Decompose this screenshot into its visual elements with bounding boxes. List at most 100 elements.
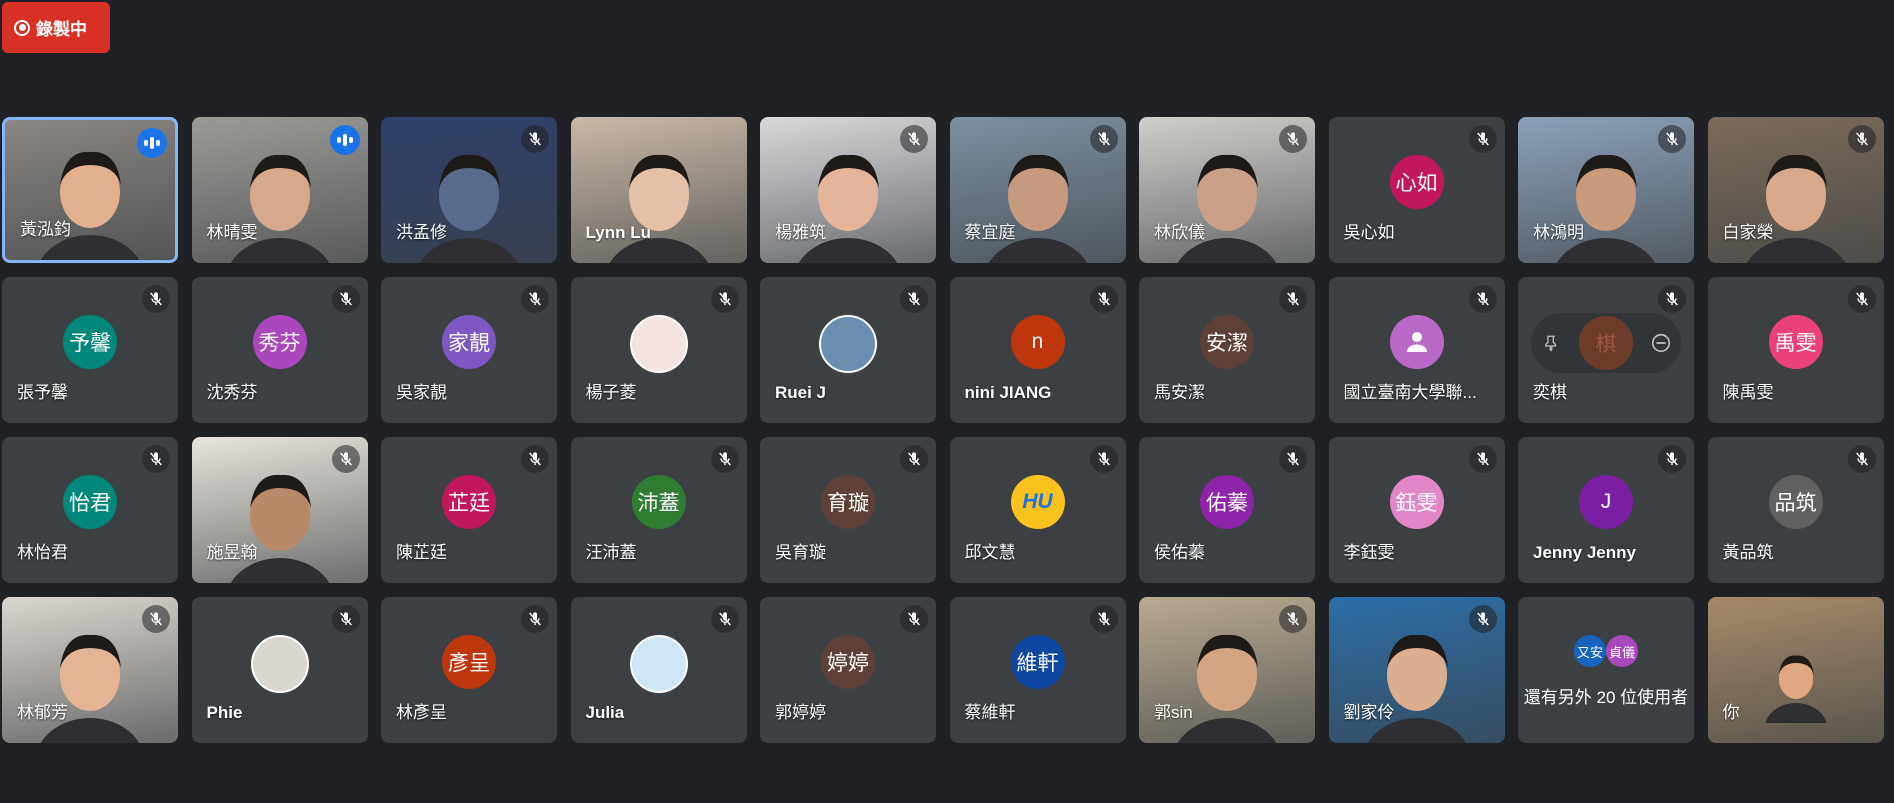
participant-name: 黃泓鈞 <box>20 220 71 239</box>
participant-tile[interactable]: 彥呈 林彥呈 <box>381 597 557 743</box>
participant-avatar: 沛蓋 <box>631 475 686 529</box>
participant-tile[interactable]: 佑蓁侯佑蓁 <box>1139 437 1315 583</box>
participant-tile[interactable]: 棋 奕棋 <box>1518 277 1694 423</box>
participant-tile[interactable]: 沛蓋汪沛蓋 <box>570 437 747 583</box>
participant-tile[interactable]: 維軒 蔡維軒 <box>949 597 1126 743</box>
participant-tile[interactable]: 國立臺南大學聯... <box>1328 277 1505 423</box>
mic-off-icon <box>521 445 549 473</box>
participant-tile[interactable]: 芷廷 陳芷廷 <box>381 437 557 583</box>
participant-name: 汪沛蓋 <box>585 543 637 562</box>
participant-tile[interactable]: 安潔 馬安潔 <box>1139 277 1315 423</box>
participant-video <box>1551 133 1661 263</box>
participant-name: 蔡宜庭 <box>964 223 1016 242</box>
participant-avatar: n <box>1010 315 1065 369</box>
mic-off-icon <box>1468 605 1497 633</box>
participant-name: 白家榮 <box>1722 223 1774 242</box>
participant-avatar: 心如 <box>1389 155 1444 209</box>
participant-tile[interactable]: Ruei J <box>760 277 936 423</box>
participant-name: Julia <box>585 703 625 722</box>
mic-off-icon <box>900 605 928 633</box>
participant-video <box>604 133 714 263</box>
participant-profile-image <box>250 635 309 693</box>
recording-indicator[interactable]: 錄製中 <box>2 2 110 53</box>
participant-avatar: 婷婷 <box>821 635 875 689</box>
participant-tile[interactable]: 林晴雯 <box>191 117 368 263</box>
participant-tile[interactable]: 鈺雯 李鈺雯 <box>1328 437 1505 583</box>
participant-tile[interactable]: 林欣儀 <box>1139 117 1315 263</box>
participant-video <box>35 613 145 743</box>
participant-video <box>1172 613 1282 743</box>
mic-off-icon <box>331 445 360 473</box>
participant-name: 林彥呈 <box>396 703 447 722</box>
mic-off-icon <box>710 445 739 473</box>
participant-name: 施昱翰 <box>206 543 258 562</box>
remove-icon[interactable] <box>1649 331 1673 355</box>
mic-off-icon <box>1089 605 1118 633</box>
participant-name: Lynn Lu <box>585 223 651 242</box>
participant-tile[interactable]: Julia <box>570 597 747 743</box>
participant-name: 楊子菱 <box>585 383 637 402</box>
participant-tile[interactable]: 黃泓鈞 <box>2 117 178 263</box>
participant-tile[interactable]: 秀芬 沈秀芬 <box>191 277 368 423</box>
mic-off-icon <box>1847 285 1876 313</box>
participant-avatar: 育璇 <box>821 475 875 529</box>
participant-avatar <box>1389 315 1444 369</box>
participant-video <box>1761 643 1831 743</box>
participant-name: 沈秀芬 <box>206 383 258 402</box>
participant-tile[interactable]: 施昱翰 <box>191 437 368 583</box>
participant-avatar: 貞儀 <box>1606 635 1638 667</box>
participant-avatar: 又安 <box>1574 635 1606 667</box>
participant-name: 你 <box>1722 703 1740 722</box>
participant-tile[interactable]: 育璇 吳育璇 <box>760 437 936 583</box>
participant-tile[interactable]: Lynn Lu <box>570 117 747 263</box>
participant-tile[interactable]: 蔡宜庭 <box>949 117 1126 263</box>
participant-video <box>225 453 335 583</box>
participant-tile[interactable]: 品筑 黃品筑 <box>1707 437 1884 583</box>
pin-icon[interactable] <box>1539 331 1563 355</box>
participant-tile[interactable]: 你 <box>1707 597 1884 743</box>
participant-tile[interactable]: 白家榮 <box>1707 117 1884 263</box>
mic-off-icon <box>1089 285 1118 313</box>
mic-off-icon <box>1468 125 1497 153</box>
participant-tile[interactable]: 家靚吳家靚 <box>381 277 557 423</box>
participant-tile[interactable]: 楊子菱 <box>570 277 747 423</box>
mic-off-icon <box>1658 125 1686 153</box>
participant-name: 吳家靚 <box>396 383 447 402</box>
speaking-indicator-icon <box>137 128 167 158</box>
participant-avatar: 予馨 <box>63 315 117 369</box>
participant-tile[interactable]: HU 邱文慧 <box>949 437 1126 583</box>
mic-off-icon <box>1279 285 1307 313</box>
mic-off-icon <box>521 605 549 633</box>
participant-tile[interactable]: Phie <box>191 597 368 743</box>
mic-off-icon <box>142 445 170 473</box>
participant-tile[interactable]: n nini JIANG <box>949 277 1126 423</box>
mic-off-icon <box>1089 445 1118 473</box>
more-participants-label: 還有另外 20 位使用者 <box>1523 688 1689 707</box>
participant-profile-image <box>819 315 877 373</box>
participant-tile[interactable]: 楊雅筑 <box>760 117 936 263</box>
mic-off-icon <box>1847 445 1876 473</box>
participant-avatar: 佑蓁 <box>1200 475 1254 529</box>
participant-tile[interactable]: 心如 吳心如 <box>1328 117 1505 263</box>
mic-off-icon <box>1089 125 1118 153</box>
participant-avatar: 家靚 <box>442 315 496 369</box>
more-participants-avatars: 又安 貞儀 <box>1574 635 1638 667</box>
participant-tile[interactable]: 怡君 林怡君 <box>2 437 178 583</box>
participant-tile[interactable]: 劉家伶 <box>1328 597 1505 743</box>
participant-name: 楊雅筑 <box>775 223 826 242</box>
participant-name: 黃品筑 <box>1722 543 1774 562</box>
participant-tile[interactable]: 林鴻明 <box>1518 117 1694 263</box>
participant-tile[interactable]: 林郁芳 <box>2 597 178 743</box>
participant-name: 侯佑蓁 <box>1154 543 1205 562</box>
participant-tile[interactable]: 婷婷 郭婷婷 <box>760 597 936 743</box>
participant-tile[interactable]: J Jenny Jenny <box>1518 437 1694 583</box>
participant-tile[interactable]: 郭sin <box>1139 597 1315 743</box>
participant-tile[interactable]: 禹雯 陳禹雯 <box>1707 277 1884 423</box>
participant-avatar: 安潔 <box>1200 315 1254 369</box>
participant-tile[interactable]: 予馨 張予馨 <box>2 277 178 423</box>
participant-tile[interactable]: 洪孟修 <box>381 117 557 263</box>
participant-name: 林郁芳 <box>17 703 68 722</box>
participant-tile[interactable]: 又安 貞儀還有另外 20 位使用者 <box>1518 597 1694 743</box>
participant-grid: 黃泓鈞 林晴雯 洪孟修 Lynn Lu 楊雅筑 蔡宜庭 林欣儀 心如 吳心如 林鴻明白家榮予馨 張予… <box>2 117 1884 743</box>
participant-name: 林晴雯 <box>206 223 258 242</box>
